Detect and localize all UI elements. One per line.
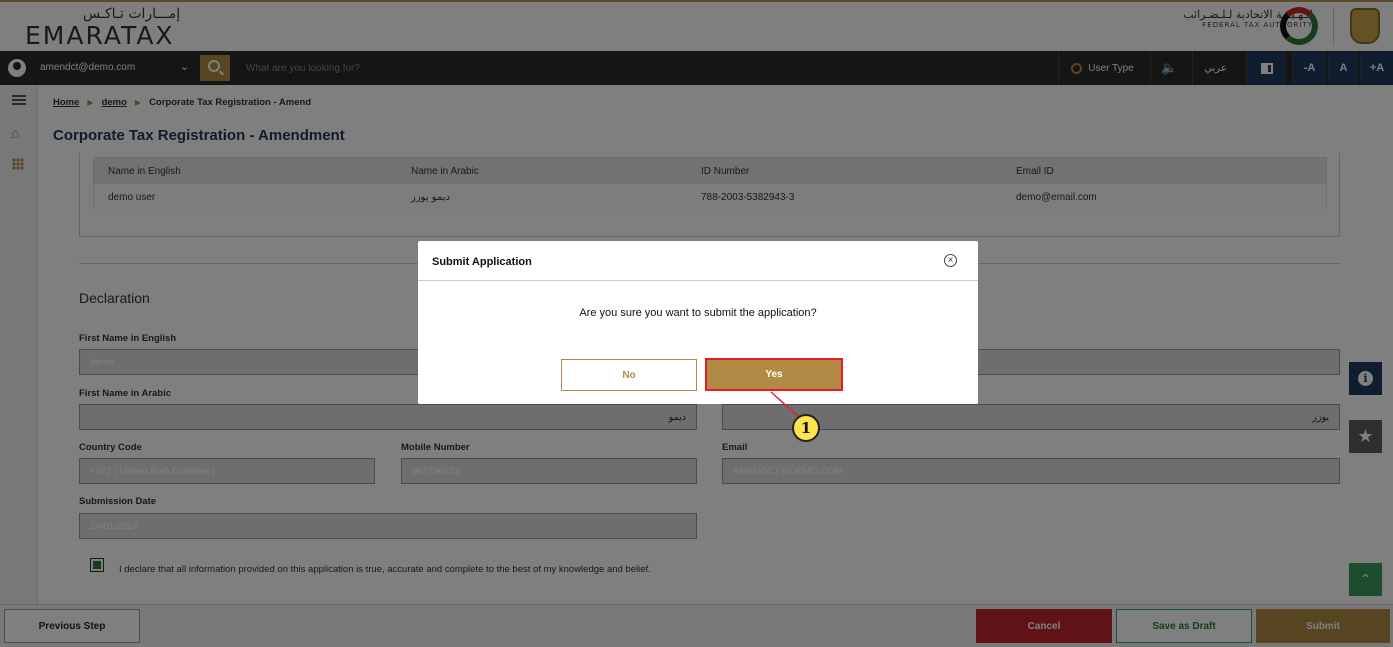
submit-confirmation-modal: Submit Application × Are you sure you wa… bbox=[418, 241, 978, 404]
yes-button[interactable]: Yes bbox=[705, 358, 843, 391]
callout-number-badge: 1 bbox=[792, 414, 820, 442]
modal-message: Are you sure you want to submit the appl… bbox=[579, 307, 817, 319]
modal-title: Submit Application bbox=[432, 256, 532, 268]
modal-header: Submit Application × bbox=[418, 241, 978, 281]
no-button[interactable]: No bbox=[561, 359, 697, 391]
close-icon[interactable]: × bbox=[944, 254, 957, 267]
